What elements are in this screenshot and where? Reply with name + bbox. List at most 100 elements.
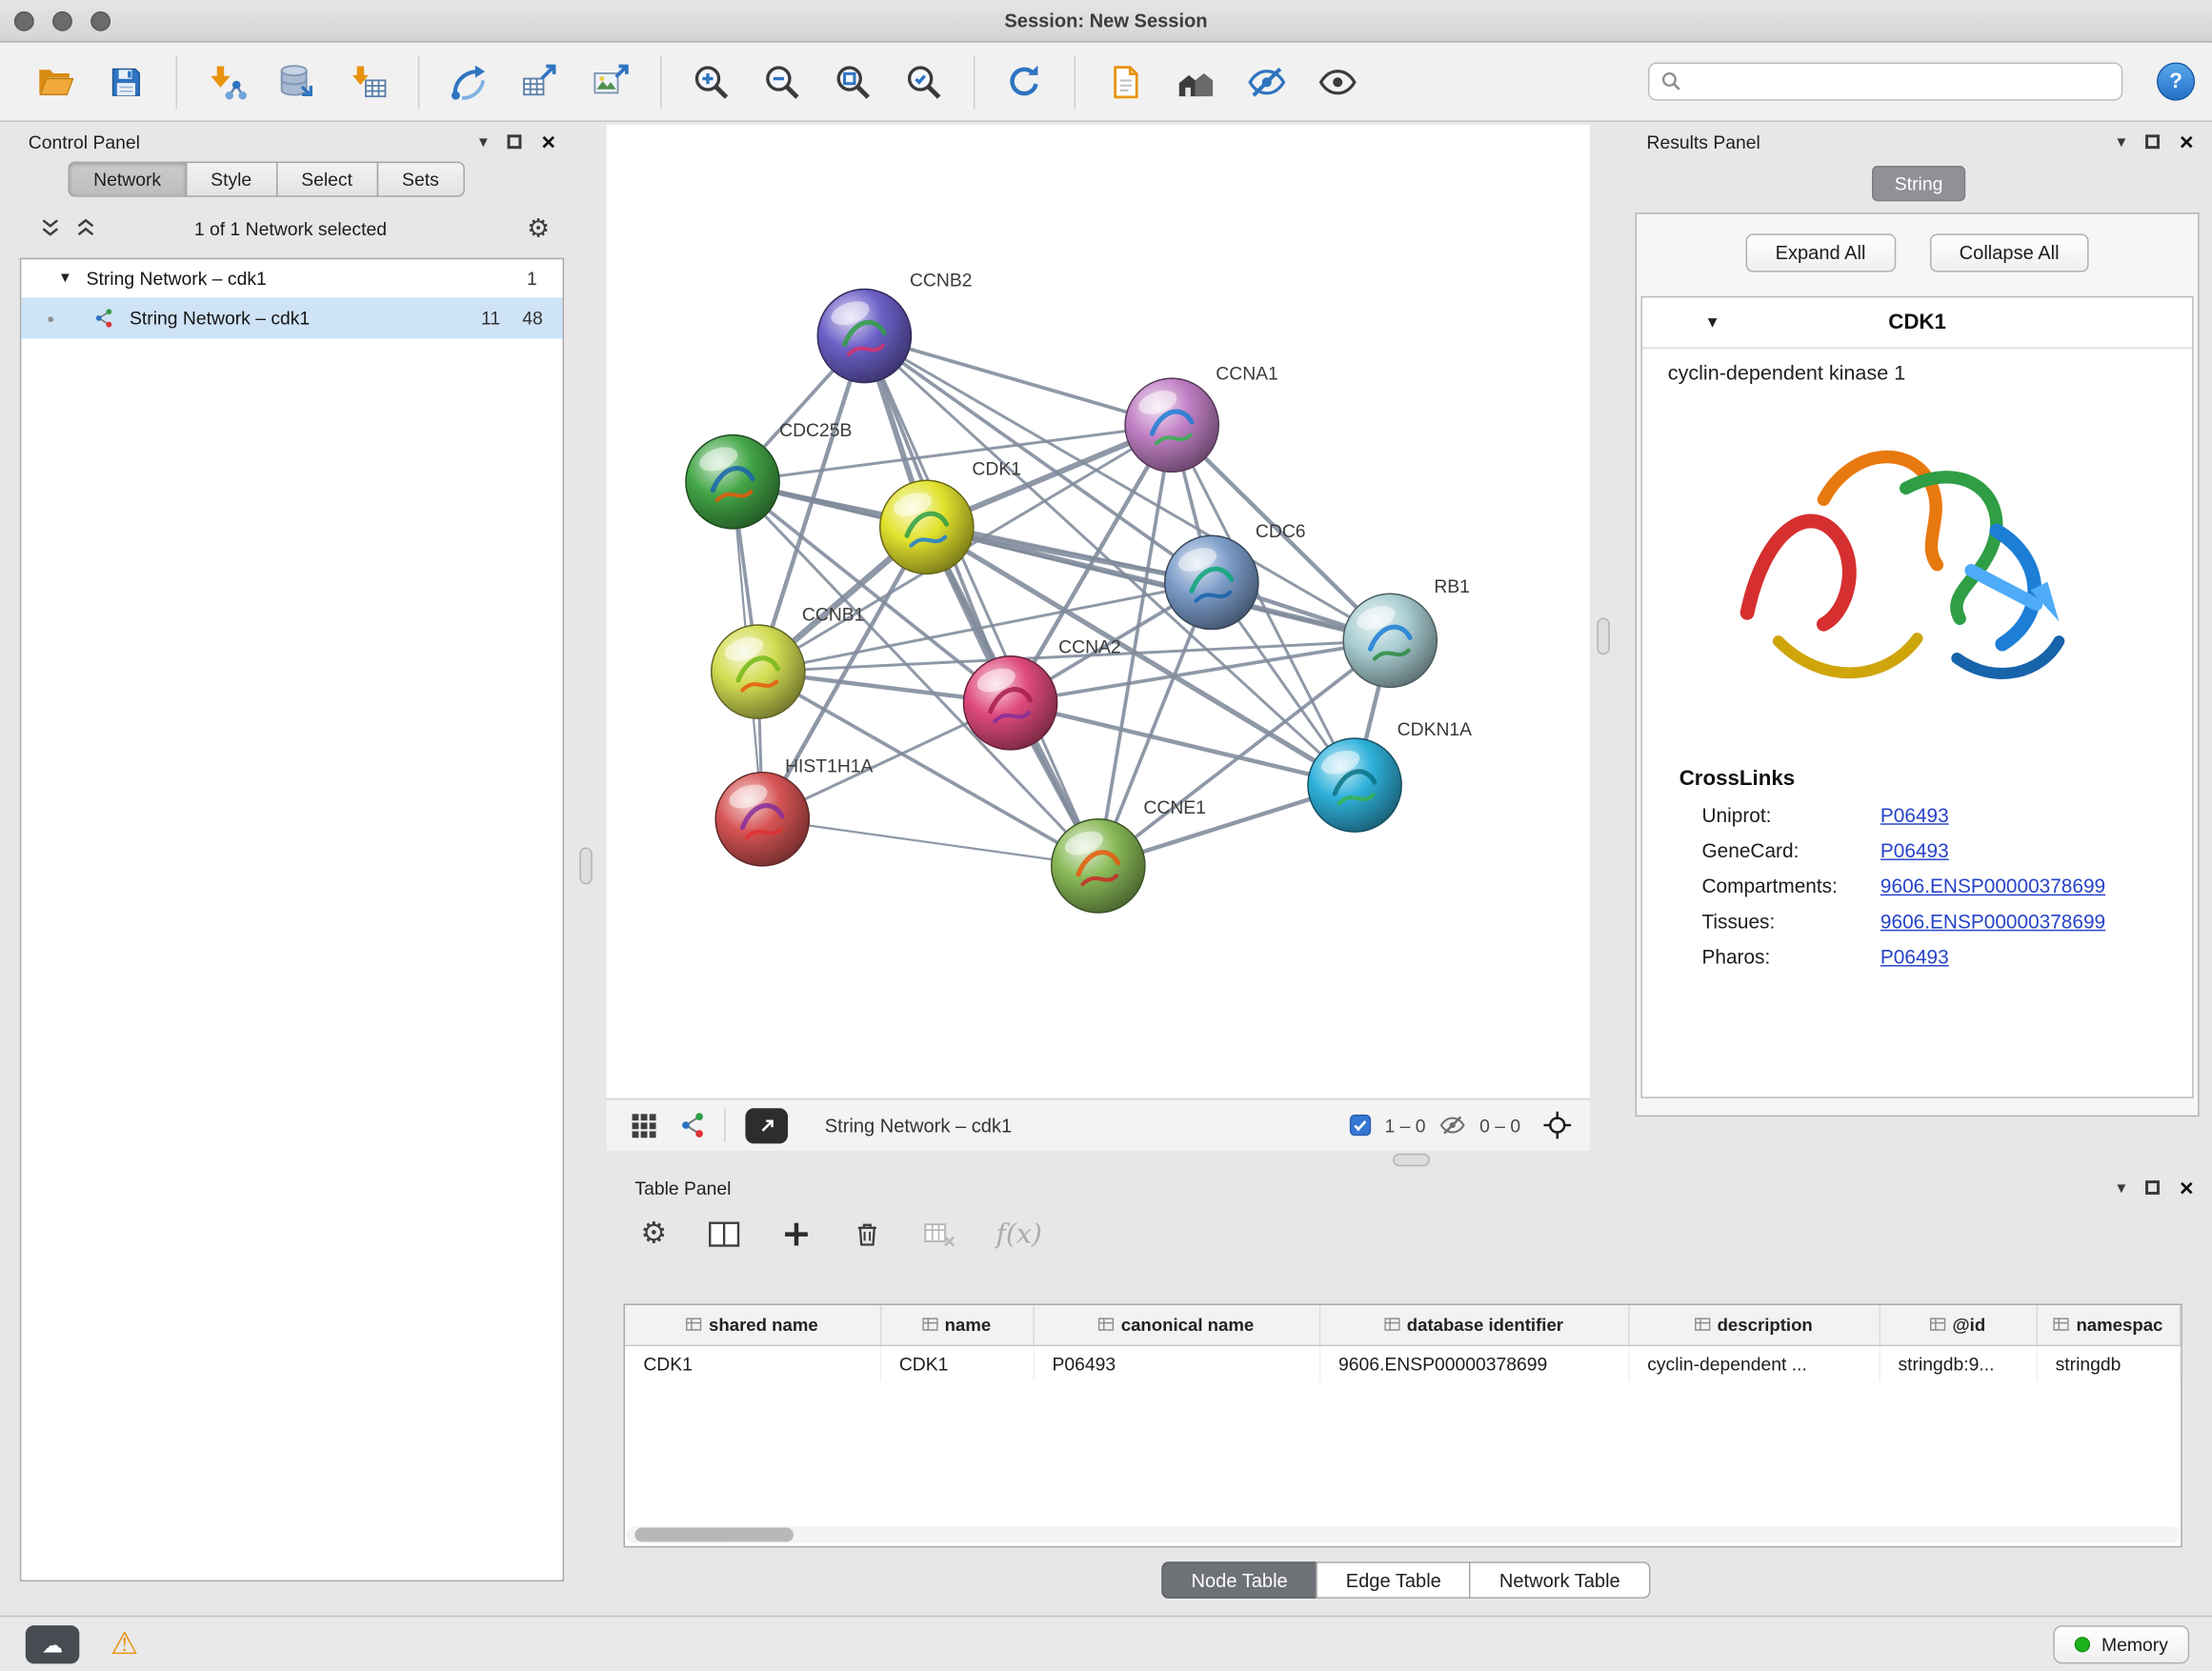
network-node[interactable] — [1343, 594, 1437, 687]
window-title: Session: New Session — [0, 0, 2212, 43]
column-header-namespac[interactable]: namespac — [2037, 1305, 2181, 1345]
collapse-all-button[interactable]: Collapse All — [1929, 233, 2088, 272]
column-header--id[interactable]: @id — [1879, 1305, 2036, 1345]
tree-expand-icon[interactable]: ▼ — [58, 271, 72, 286]
network-node[interactable] — [686, 435, 779, 529]
tab-network-table[interactable]: Network Table — [1470, 1561, 1650, 1599]
column-header-name[interactable]: name — [880, 1305, 1034, 1345]
hidden-eye-slash-icon[interactable] — [1438, 1111, 1467, 1139]
panel-close-icon[interactable]: × — [2180, 130, 2194, 153]
tab-network[interactable]: Network — [68, 162, 186, 197]
crosslink-value-link[interactable]: 9606.ENSP00000378699 — [1880, 910, 2105, 933]
show-graphics-details-button[interactable] — [1302, 49, 1373, 113]
add-column-icon[interactable] — [780, 1218, 812, 1250]
panel-close-icon[interactable]: × — [541, 130, 555, 153]
network-node[interactable] — [712, 625, 805, 718]
network-row-selected[interactable]: ● String Network – cdk1 11 48 — [21, 297, 562, 338]
network-overview-button[interactable] — [1160, 49, 1231, 113]
network-node[interactable] — [1308, 738, 1401, 832]
crosslink-label: Compartments: — [1701, 875, 1880, 897]
export-image-button[interactable] — [575, 49, 646, 113]
network-node[interactable] — [1052, 819, 1145, 913]
table-row[interactable]: CDK1CDK1P064939606.ENSP00000378699cyclin… — [625, 1345, 2181, 1382]
results-panel-header: Results Panel ▾ × — [1633, 125, 2205, 159]
panel-close-icon[interactable]: × — [2180, 1176, 2194, 1199]
import-network-database-button[interactable] — [262, 49, 332, 113]
control-panel: Control Panel ▾ × NetworkStyleSelectSets… — [14, 125, 567, 1587]
warning-icon[interactable]: ⚠ — [111, 1622, 138, 1665]
panel-menu-icon[interactable]: ▾ — [2117, 133, 2125, 151]
string-network-icon — [94, 308, 115, 329]
bottom-splitter-handle[interactable] — [1393, 1154, 1430, 1166]
document-button[interactable] — [1090, 49, 1160, 113]
gear-icon[interactable]: ⚙ — [527, 213, 550, 243]
crosslink-value-link[interactable]: P06493 — [1880, 839, 1949, 862]
panel-float-icon[interactable] — [508, 134, 522, 149]
table-horizontal-scrollbar[interactable] — [626, 1526, 2179, 1543]
open-session-button[interactable] — [20, 49, 90, 113]
network-edge[interactable] — [762, 819, 1098, 866]
birdseye-grid-icon[interactable] — [629, 1110, 658, 1139]
network-view-canvas[interactable]: CCNB2CCNA1CDC25BCDK1CDC6RB1CCNB1CCNA2CDK… — [607, 125, 1590, 1098]
memory-button[interactable]: Memory — [2053, 1625, 2189, 1663]
column-header-canonical-name[interactable]: canonical name — [1033, 1305, 1318, 1345]
expand-all-button[interactable]: Expand All — [1745, 233, 1895, 272]
network-node[interactable] — [1165, 535, 1258, 629]
crosslink-value-link[interactable]: P06493 — [1880, 803, 1949, 826]
network-node[interactable] — [817, 289, 911, 382]
zoom-in-button[interactable] — [676, 49, 747, 113]
cloud-icon[interactable]: ☁ — [26, 1625, 80, 1663]
tab-style[interactable]: Style — [185, 162, 277, 197]
global-search-field[interactable] — [1648, 62, 2122, 100]
network-node[interactable] — [715, 773, 809, 866]
panel-menu-icon[interactable]: ▾ — [2117, 1179, 2125, 1197]
export-network-button[interactable] — [505, 49, 575, 113]
network-node[interactable] — [1125, 378, 1218, 472]
tab-node-table[interactable]: Node Table — [1161, 1561, 1317, 1599]
tab-sets[interactable]: Sets — [376, 162, 464, 197]
zoom-fit-button[interactable] — [817, 49, 888, 113]
table-settings-gear-icon[interactable]: ⚙ — [640, 1216, 667, 1251]
network-node[interactable] — [880, 480, 974, 574]
tab-string[interactable]: String — [1872, 166, 1965, 201]
section-collapse-icon[interactable]: ▼ — [1704, 313, 1719, 331]
protein-structure-image — [1694, 397, 2091, 744]
panel-float-icon[interactable] — [2145, 1180, 2160, 1195]
left-splitter-handle[interactable] — [579, 848, 592, 885]
import-network-file-button[interactable] — [191, 49, 262, 113]
delete-column-icon[interactable] — [852, 1218, 883, 1250]
panel-menu-icon[interactable]: ▾ — [479, 133, 488, 151]
network-node[interactable] — [963, 656, 1056, 750]
scrollbar-thumb[interactable] — [634, 1528, 794, 1542]
help-button[interactable]: ? — [2157, 62, 2195, 100]
crosshair-icon[interactable] — [1541, 1110, 1573, 1141]
network-edge[interactable] — [864, 336, 1097, 866]
column-header-database-identifier[interactable]: database identifier — [1319, 1305, 1628, 1345]
gene-section-header[interactable]: ▼ CDK1 — [1642, 297, 2192, 349]
network-tools-button[interactable] — [433, 49, 504, 113]
network-collection-row[interactable]: ▼ String Network – cdk1 1 — [21, 259, 562, 297]
column-header-description[interactable]: description — [1628, 1305, 1879, 1345]
save-session-button[interactable] — [90, 49, 161, 113]
refresh-button[interactable] — [989, 49, 1059, 113]
search-input[interactable] — [1691, 70, 2110, 93]
hidden-count: 0 – 0 — [1479, 1115, 1520, 1136]
selected-checkbox-icon[interactable] — [1349, 1114, 1372, 1137]
open-in-browser-button[interactable] — [745, 1107, 788, 1142]
tab-edge-table[interactable]: Edge Table — [1316, 1561, 1471, 1599]
panel-float-icon[interactable] — [2145, 134, 2160, 149]
network-edge[interactable] — [1011, 703, 1355, 785]
crosslink-value-link[interactable]: 9606.ENSP00000378699 — [1880, 875, 2105, 897]
hide-graphics-details-button[interactable] — [1232, 49, 1302, 113]
network-graph[interactable]: CCNB2CCNA1CDC25BCDK1CDC6RB1CCNB1CCNA2CDK… — [607, 125, 1590, 1098]
zoom-selected-button[interactable] — [889, 49, 959, 113]
column-header-shared-name[interactable]: shared name — [625, 1305, 880, 1345]
string-share-icon[interactable] — [679, 1111, 708, 1139]
show-columns-icon[interactable] — [707, 1218, 741, 1250]
crosslink-value-link[interactable]: P06493 — [1880, 945, 1949, 968]
zoom-out-button[interactable] — [747, 49, 817, 113]
import-table-button[interactable] — [333, 49, 404, 113]
right-splitter-handle[interactable] — [1597, 618, 1609, 655]
tab-select[interactable]: Select — [275, 162, 377, 197]
network-edge[interactable] — [864, 336, 1172, 426]
